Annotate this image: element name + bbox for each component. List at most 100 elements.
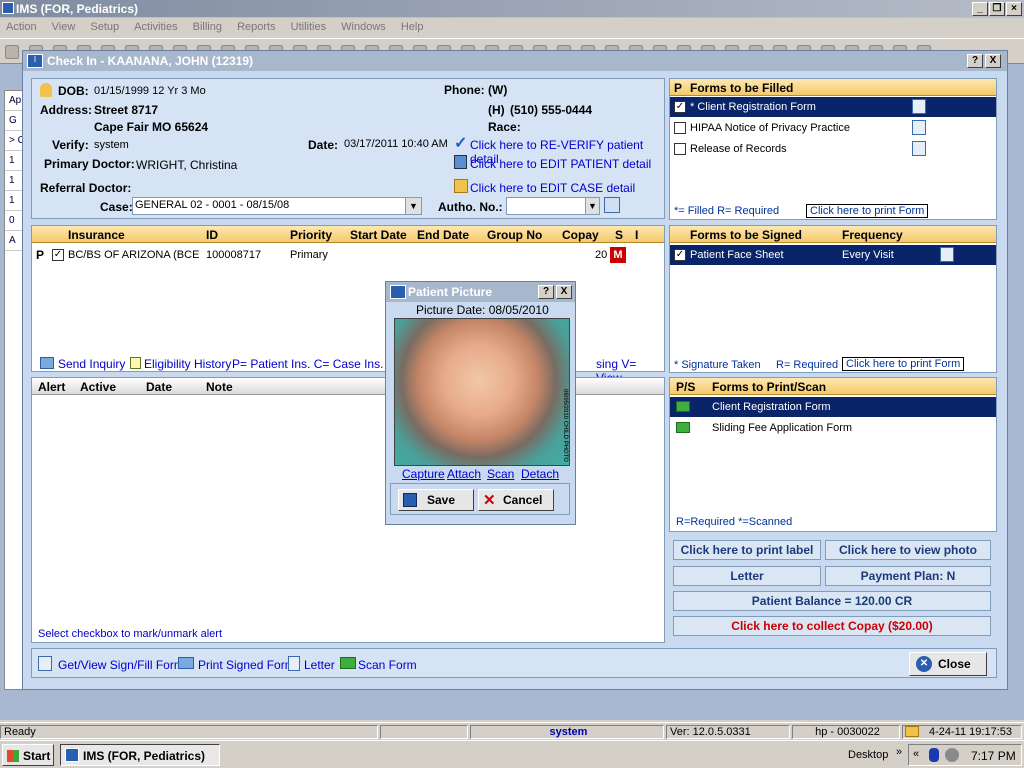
col-start-date[interactable]: Start Date [350,228,407,242]
menu-billing[interactable]: Billing [187,18,228,36]
print-form-button[interactable]: Click here to print Form [806,204,929,218]
close-button[interactable]: ✕ Close [909,652,987,676]
menu-setup[interactable]: Setup [84,18,125,36]
photo-watermark: 08/05/2010 CHILD PHOTO [562,389,568,462]
col-ps[interactable]: P/S [676,380,695,394]
menu-windows[interactable]: Windows [335,18,392,36]
col-p[interactable]: P [674,81,682,95]
col-forms-signed[interactable]: Forms to be Signed [690,228,802,242]
list-item[interactable]: ✓ * Client Registration Form [670,97,996,117]
forms-signed-legend-2: R= Required [776,359,839,371]
menu-help[interactable]: Help [395,18,430,36]
autho-select[interactable]: ▼ [506,197,600,215]
list-item[interactable]: Client Registration Form [670,397,996,417]
form-checkbox[interactable] [674,122,686,134]
col-end-date[interactable]: End Date [417,228,469,242]
cancel-button[interactable]: ✕ Cancel [478,489,554,511]
dialog-close-button[interactable]: X [985,54,1001,68]
network-icon[interactable] [945,748,959,762]
list-item[interactable]: HIPAA Notice of Privacy Practice [670,118,996,138]
print-label-button[interactable]: Click here to print label [673,540,821,560]
col-forms-filled[interactable]: Forms to be Filled [690,81,793,95]
help-button[interactable]: ? [967,54,983,68]
col-copay[interactable]: Copay [562,228,599,242]
list-item[interactable]: Release of Records [670,139,996,159]
payment-plan-button[interactable]: Payment Plan: N [825,566,991,586]
edit-icon[interactable] [912,141,926,156]
form-checkbox[interactable]: ✓ [674,101,686,113]
restore-button[interactable]: ❐ [989,2,1005,16]
picture-dialog-title: Patient Picture [408,285,493,299]
edit-case-link[interactable]: Click here to EDIT CASE detail [470,181,635,195]
menu-reports[interactable]: Reports [231,18,282,36]
close-app-button[interactable]: × [1006,2,1022,16]
edit-patient-link[interactable]: Click here to EDIT PATIENT detail [470,157,651,171]
status-user: system [470,725,664,739]
capture-link[interactable]: Capture [402,467,445,481]
edit-icon[interactable] [912,120,926,135]
toolbar-icon[interactable] [5,45,19,59]
col-s[interactable]: S [615,228,623,242]
edit-icon[interactable] [912,99,926,114]
status-host: hp - 0030022 [792,725,900,739]
desktop-label[interactable]: Desktop [848,749,888,761]
collect-copay-button[interactable]: Click here to collect Copay ($20.00) [673,616,991,636]
col-forms-print[interactable]: Forms to Print/Scan [712,380,826,394]
patient-balance-button[interactable]: Patient Balance = 120.00 CR [673,591,991,611]
row-priority: Primary [290,249,328,261]
menu-view[interactable]: View [46,18,82,36]
col-id[interactable]: ID [206,228,218,242]
table-row[interactable]: P ✓ BC/BS OF ARIZONA (BCE 100008717 Prim… [32,246,664,264]
col-frequency[interactable]: Frequency [842,228,903,242]
col-priority[interactable]: Priority [290,228,332,242]
eligibility-history-link[interactable]: Eligibility History [144,357,231,371]
chevron-down-icon[interactable]: ▼ [585,198,599,214]
menu-utilities[interactable]: Utilities [285,18,332,36]
get-sign-form-link[interactable]: Get/View Sign/Fill Form [58,658,184,672]
status-badge[interactable]: M [610,247,626,263]
form-checkbox[interactable]: ✓ [674,249,686,261]
bluetooth-icon[interactable] [929,748,939,762]
send-inquiry-link[interactable]: Send Inquiry [58,357,125,371]
col-note[interactable]: Note [206,380,233,394]
attach-link[interactable]: Attach [447,467,481,481]
case-select-value: GENERAL 02 - 0001 - 08/15/08 [135,199,290,211]
status-empty [380,725,468,739]
col-insurance[interactable]: Insurance [68,228,125,242]
taskbar-app-button[interactable]: IMS (FOR, Pediatrics) [60,744,220,766]
edit-icon[interactable] [940,247,954,262]
col-group-no[interactable]: Group No [487,228,542,242]
menu-action[interactable]: Action [0,18,43,36]
save-button[interactable]: Save [398,489,474,511]
col-date[interactable]: Date [146,380,172,394]
minimize-button[interactable]: _ [972,2,988,16]
col-alert[interactable]: Alert [38,380,65,394]
print-signed-form-link[interactable]: Print Signed Form [198,658,295,672]
menu-activities[interactable]: Activities [128,18,183,36]
print-signed-form-button[interactable]: Click here to print Form [842,357,965,371]
letter-button[interactable]: Letter [673,566,821,586]
lookup-icon[interactable] [604,197,620,213]
picture-help-button[interactable]: ? [538,285,554,299]
print-signed-icon [178,657,194,669]
form-checkbox[interactable] [674,143,686,155]
address-line2: Cape Fair MO 65624 [94,120,209,134]
list-item[interactable]: Sliding Fee Application Form [670,418,996,438]
scan-link[interactable]: Scan [487,467,514,481]
col-i[interactable]: I [635,228,638,242]
chevron-down-icon[interactable]: ▼ [405,198,421,214]
ims-icon [390,285,406,299]
picture-close-button[interactable]: X [556,285,572,299]
picture-date: Picture Date: 08/05/2010 [416,303,549,317]
chevron-right-icon[interactable]: » [896,746,902,758]
chevron-left-icon[interactable]: « [913,748,919,760]
start-button[interactable]: Start [2,744,54,766]
detach-link[interactable]: Detach [521,467,559,481]
col-active[interactable]: Active [80,380,116,394]
scan-form-link[interactable]: Scan Form [358,658,417,672]
insurance-checkbox[interactable]: ✓ [52,249,64,261]
list-item[interactable]: ✓ Patient Face Sheet Every Visit [670,245,996,265]
view-photo-button[interactable]: Click here to view photo [825,540,991,560]
case-select[interactable]: GENERAL 02 - 0001 - 08/15/08 ▼ [132,197,422,215]
letter-link[interactable]: Letter [304,658,335,672]
